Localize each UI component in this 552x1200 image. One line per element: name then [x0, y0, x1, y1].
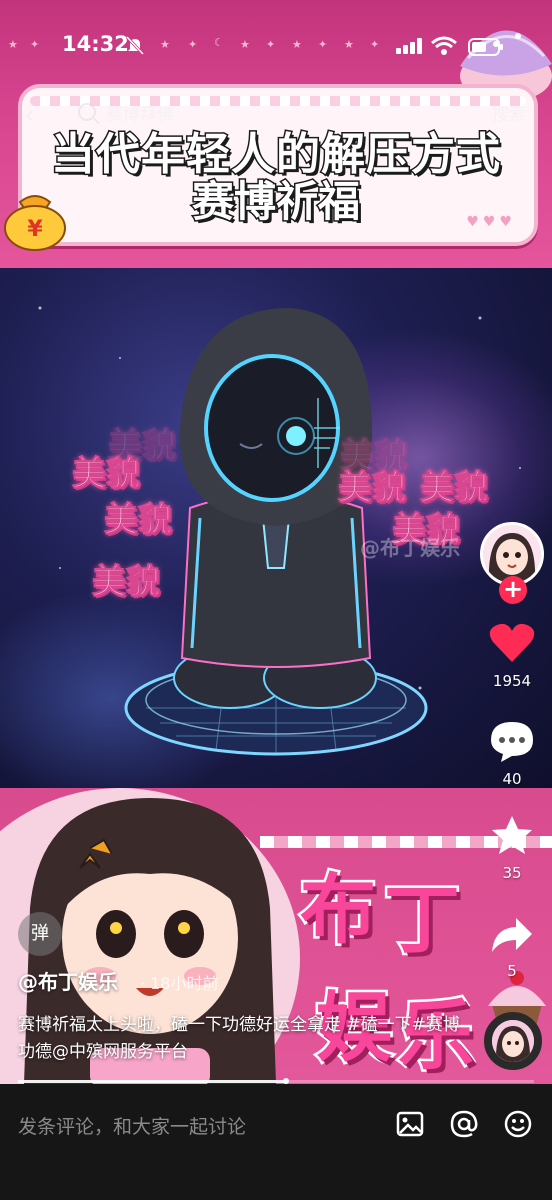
progress-fill [18, 1080, 287, 1083]
music-cover-avatar [492, 1020, 534, 1062]
post-time: · 18小时前 [140, 974, 219, 993]
video-progress-bar[interactable] [18, 1078, 534, 1084]
share-button[interactable]: 5 [480, 916, 544, 980]
comment-icon [491, 722, 533, 762]
status-bar: 14:32 [0, 30, 552, 60]
money-bag-icon: ¥ [4, 195, 66, 251]
post-caption[interactable]: 赛博祈福太上头啦，磕一下功德好运全拿走 #磕一下#赛博功德@中殡网服务平台 [18, 1012, 468, 1066]
video-frame[interactable]: 美貌 美貌 美貌 美貌 美貌 美貌 美貌 美貌 @布丁娱乐 [0, 268, 552, 788]
follow-plus-button[interactable]: + [499, 576, 527, 604]
image-icon[interactable] [394, 1108, 426, 1140]
banner-subtitle: 赛博祈福 [190, 176, 361, 228]
author-name[interactable]: @布丁娱乐 [18, 966, 118, 995]
promo-char: 丁 [382, 873, 463, 967]
share-count: 5 [507, 962, 517, 980]
mute-bell-icon [125, 35, 145, 56]
watermark: @布丁娱乐 [360, 536, 460, 560]
praying-figure-illustration [38, 306, 521, 756]
wifi-icon [431, 36, 457, 55]
promo-char: 布 [298, 863, 379, 957]
music-disc[interactable] [484, 1012, 542, 1070]
banner: ★ ✦ ★ ✦ ☾ ★ ✦ ★ ✦ ★ ✦ ♥♥♥ ‹ 赛博拜佛 搜索 当代年轻人的解压方式 … [0, 0, 552, 268]
comment-input[interactable]: 发条评论，和大家一起讨论 [18, 1112, 246, 1139]
at-icon[interactable] [448, 1108, 480, 1140]
share-icon [492, 918, 532, 952]
signal-icon [396, 38, 422, 54]
comment-button[interactable]: 40 [480, 720, 544, 788]
battery-icon [468, 38, 503, 56]
comment-count: 40 [502, 770, 522, 788]
like-count: 1954 [492, 672, 532, 690]
favorite-button[interactable]: 35 [480, 814, 544, 882]
overlay-text: 美貌 [92, 562, 161, 603]
favorite-count: 35 [502, 864, 522, 882]
overlay-text: 美貌 [104, 500, 173, 541]
svg-text:¥: ¥ [27, 217, 43, 242]
like-button[interactable]: 1954 [480, 622, 544, 690]
status-time: 14:32 [62, 32, 129, 56]
emoji-icon[interactable] [502, 1108, 534, 1140]
danmu-toggle-button[interactable]: 弹 [18, 912, 62, 956]
comment-bar: 发条评论，和大家一起讨论 [0, 1084, 552, 1200]
star-icon [492, 816, 532, 854]
overlay-text: 美貌 [72, 454, 141, 495]
heart-icon [489, 623, 535, 662]
